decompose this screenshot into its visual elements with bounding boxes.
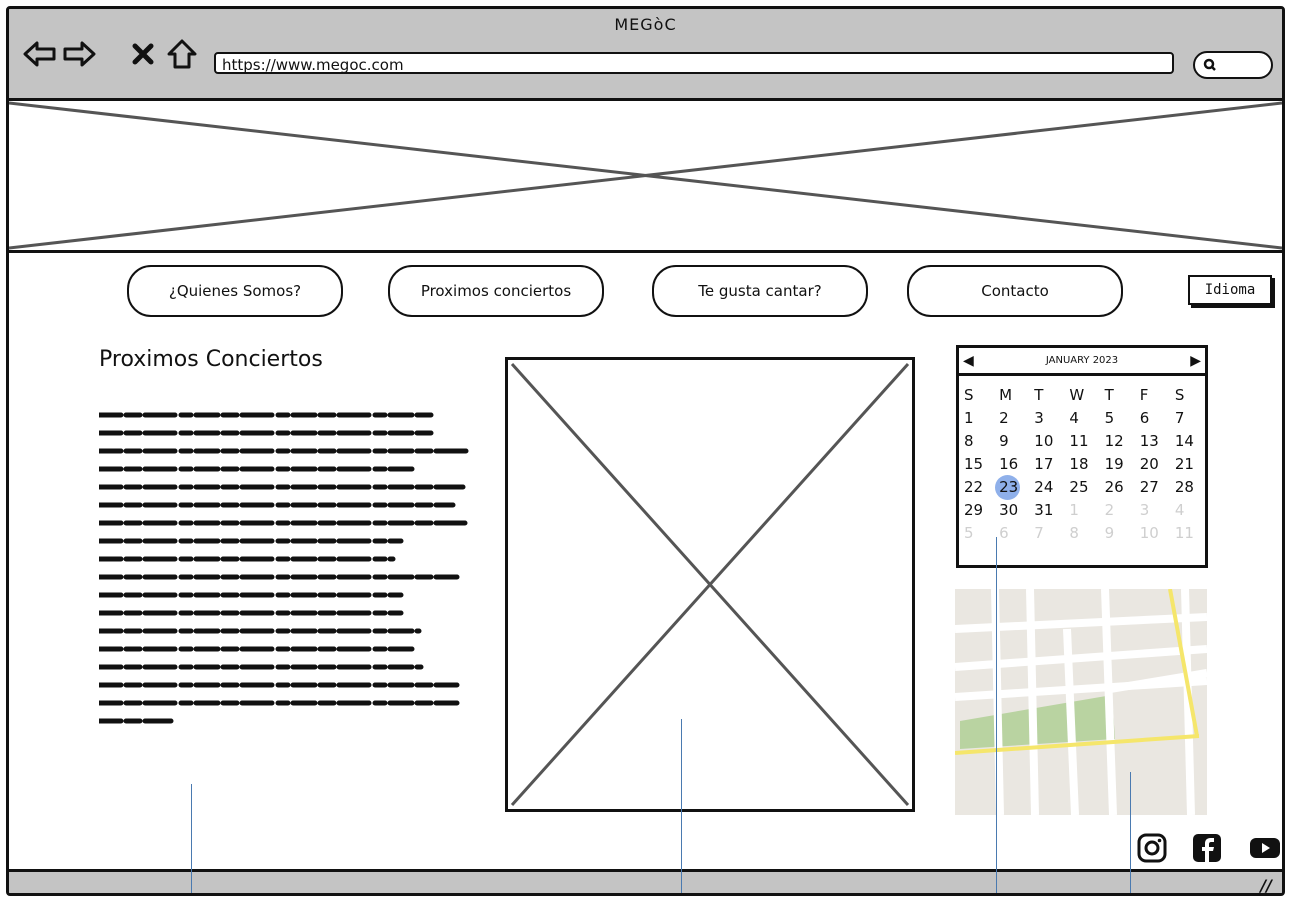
calendar-day[interactable]: 10 xyxy=(1029,430,1064,453)
placeholder-text-block xyxy=(99,412,470,724)
calendar-day[interactable]: 2 xyxy=(994,407,1029,430)
annotation-connector xyxy=(191,784,192,893)
annotation-connector xyxy=(996,537,997,893)
calendar-day[interactable]: 20 xyxy=(1135,453,1170,476)
calendar-day[interactable]: 4 xyxy=(1170,499,1205,522)
calendar-day[interactable]: 13 xyxy=(1135,430,1170,453)
calendar-day[interactable]: 30 xyxy=(994,499,1029,522)
calendar-day[interactable]: 26 xyxy=(1100,476,1135,499)
calendar-day[interactable]: 4 xyxy=(1064,407,1099,430)
resize-grip-icon[interactable]: // xyxy=(1260,876,1272,893)
concert-image-placeholder xyxy=(505,357,915,812)
map[interactable] xyxy=(955,589,1207,815)
calendar-day[interactable]: 15 xyxy=(959,453,994,476)
calendar-day[interactable]: 3 xyxy=(1135,499,1170,522)
calendar-day[interactable]: 24 xyxy=(1029,476,1064,499)
instagram-icon[interactable] xyxy=(1137,833,1167,863)
calendar-weekday: M xyxy=(999,386,1013,404)
browser-statusbar: // xyxy=(9,869,1282,893)
facebook-icon[interactable] xyxy=(1192,833,1222,863)
back-arrow-icon[interactable] xyxy=(23,37,57,71)
calendar-day[interactable]: 7 xyxy=(1170,407,1205,430)
url-bar[interactable]: https://www.megoc.com xyxy=(214,52,1174,74)
nav-button-te-gusta-cantar[interactable]: Te gusta cantar? xyxy=(652,265,868,317)
calendar-day[interactable]: 9 xyxy=(1100,522,1135,545)
calendar-day[interactable]: 28 xyxy=(1170,476,1205,499)
nav-button-proximos-conciertos[interactable]: Proximos conciertos xyxy=(388,265,604,317)
calendar-day[interactable]: 9 xyxy=(994,430,1029,453)
calendar-day[interactable]: 12 xyxy=(1100,430,1135,453)
calendar-header: ◀ JANUARY 2023 ▶ xyxy=(959,348,1205,376)
calendar-day[interactable]: 11 xyxy=(1170,522,1205,545)
calendar-day[interactable]: 16 xyxy=(994,453,1029,476)
language-button[interactable]: Idioma xyxy=(1188,275,1272,305)
calendar-day[interactable]: 14 xyxy=(1170,430,1205,453)
calendar-weekday: T xyxy=(1104,386,1114,404)
calendar: ◀ JANUARY 2023 ▶ S M T W T F S 1 2 3 4 5 6 7 8 9 10 11 12 1… xyxy=(956,345,1208,568)
calendar-day[interactable]: 2 xyxy=(1100,499,1135,522)
calendar-day[interactable]: 11 xyxy=(1064,430,1099,453)
calendar-weekday: W xyxy=(1069,386,1085,404)
calendar-day[interactable]: 19 xyxy=(1100,453,1135,476)
close-x-icon[interactable] xyxy=(126,37,160,71)
calendar-day[interactable]: 7 xyxy=(1029,522,1064,545)
nav-button-contacto[interactable]: Contacto xyxy=(907,265,1123,317)
calendar-day[interactable]: 8 xyxy=(959,430,994,453)
calendar-day[interactable]: 5 xyxy=(1100,407,1135,430)
calendar-day[interactable]: 6 xyxy=(994,522,1029,545)
forward-arrow-icon[interactable] xyxy=(62,37,96,71)
calendar-weekday: T xyxy=(1034,386,1044,404)
calendar-day[interactable]: 1 xyxy=(1064,499,1099,522)
browser-window: MEGòC https://www.megoc.com ¿Quienes Som… xyxy=(6,6,1285,896)
search-icon xyxy=(1203,58,1216,71)
page-title: Proximos Conciertos xyxy=(99,347,323,372)
calendar-day[interactable]: 22 xyxy=(959,476,994,499)
calendar-day[interactable]: 23 xyxy=(994,475,1029,500)
nav-button-quienes-somos[interactable]: ¿Quienes Somos? xyxy=(127,265,343,317)
calendar-day[interactable]: 18 xyxy=(1064,453,1099,476)
calendar-day[interactable]: 5 xyxy=(959,522,994,545)
prev-month-icon[interactable]: ◀ xyxy=(963,353,974,369)
calendar-day[interactable]: 21 xyxy=(1170,453,1205,476)
calendar-day[interactable]: 1 xyxy=(959,407,994,430)
calendar-day[interactable]: 3 xyxy=(1029,407,1064,430)
calendar-month-label: JANUARY 2023 xyxy=(1045,355,1119,366)
calendar-grid: S M T W T F S 1 2 3 4 5 6 7 8 9 10 11 12 13 14 15 16 17 18 19 20 21… xyxy=(959,384,1205,545)
youtube-icon[interactable] xyxy=(1249,833,1280,863)
calendar-day[interactable]: 25 xyxy=(1064,476,1099,499)
window-title: MEGòC xyxy=(614,15,677,34)
calendar-day[interactable]: 8 xyxy=(1064,522,1099,545)
calendar-weekday: S xyxy=(1174,386,1185,404)
next-month-icon[interactable]: ▶ xyxy=(1190,353,1201,369)
home-icon[interactable] xyxy=(165,37,199,71)
annotation-connector xyxy=(681,719,682,893)
search-box[interactable] xyxy=(1193,51,1273,79)
calendar-weekday: F xyxy=(1139,386,1149,404)
calendar-day[interactable]: 29 xyxy=(959,499,994,522)
calendar-weekday: S xyxy=(964,386,974,404)
calendar-day[interactable]: 27 xyxy=(1135,476,1170,499)
banner-image-placeholder xyxy=(9,101,1282,253)
browser-titlebar: MEGòC https://www.megoc.com xyxy=(9,9,1282,101)
calendar-day[interactable]: 17 xyxy=(1029,453,1064,476)
calendar-day[interactable]: 10 xyxy=(1135,522,1170,545)
calendar-day[interactable]: 6 xyxy=(1135,407,1170,430)
calendar-day[interactable]: 31 xyxy=(1029,499,1064,522)
annotation-connector xyxy=(1130,772,1131,893)
